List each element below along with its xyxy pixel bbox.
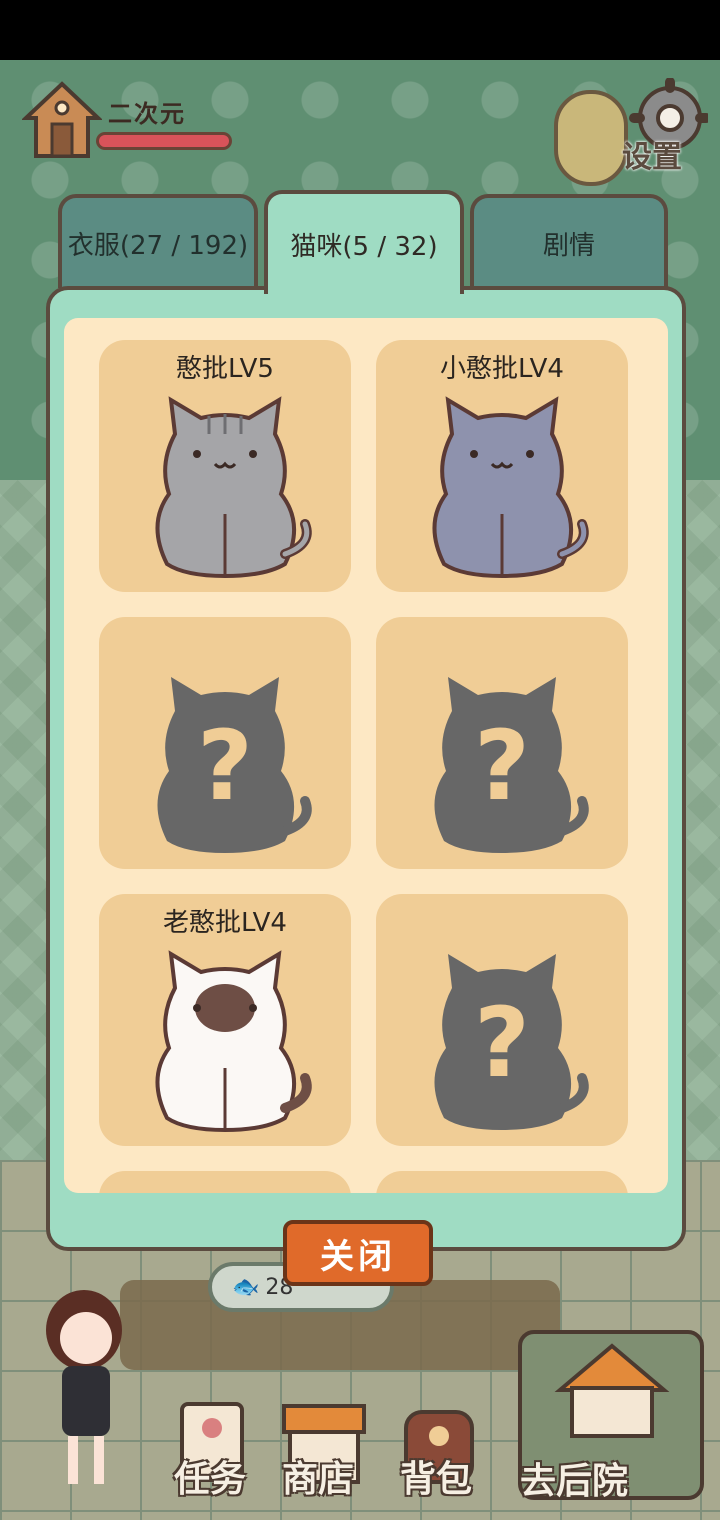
cat-card-partial[interactable] xyxy=(376,1171,628,1193)
player-name: 二次元 xyxy=(108,100,186,128)
svg-text:?: ? xyxy=(474,987,530,1099)
locked-cat-card[interactable]: ? xyxy=(99,617,351,869)
cat-name: 憨批LV5 xyxy=(176,354,274,384)
tab-cats[interactable]: 猫咪(5 / 32) xyxy=(264,190,464,294)
close-button[interactable]: 关闭 xyxy=(283,1220,433,1286)
cat-card[interactable]: 小憨批LV4 xyxy=(376,340,628,592)
cat-card-partial[interactable] xyxy=(99,1171,351,1193)
cat-grid: 憨批LV5 小憨批LV4 ? ? 老憨批LV4 ? xyxy=(64,318,668,1193)
siamese-cat-icon xyxy=(155,950,312,1133)
blue-gray-cat-icon xyxy=(432,396,589,579)
tab-clothes[interactable]: 衣服(27 / 192) xyxy=(58,194,258,288)
cat-card[interactable]: 憨批LV5 xyxy=(99,340,351,592)
cat-name: 小憨批LV4 xyxy=(440,354,564,384)
settings-label[interactable]: 设置 xyxy=(622,132,682,176)
unknown-cat-silhouette-icon: ? xyxy=(157,677,312,853)
home-icon[interactable] xyxy=(22,80,102,162)
fish-icon: 🐟 xyxy=(232,1274,260,1300)
svg-text:?: ? xyxy=(197,710,253,822)
locked-cat-card[interactable]: ? xyxy=(376,894,628,1146)
shop-button[interactable]: 商店 xyxy=(282,1450,354,1502)
cat-card[interactable]: 老憨批LV4 xyxy=(99,894,351,1146)
gray-tabby-cat-icon xyxy=(155,396,312,579)
bag-button[interactable]: 背包 xyxy=(400,1450,472,1502)
status-bar xyxy=(0,0,720,60)
hp-bar xyxy=(96,132,232,150)
player-avatar[interactable] xyxy=(28,1280,148,1500)
tasks-button[interactable]: 任务 xyxy=(174,1450,246,1502)
hp-bar-fill xyxy=(99,135,229,147)
unknown-cat-silhouette-icon: ? xyxy=(434,954,589,1130)
locked-cat-card[interactable]: ? xyxy=(376,617,628,869)
svg-text:?: ? xyxy=(474,710,530,822)
house-icon xyxy=(554,1343,670,1438)
cat-photo-frame xyxy=(554,90,628,186)
tab-story[interactable]: 剧情 xyxy=(470,194,668,288)
unknown-cat-silhouette-icon: ? xyxy=(434,677,589,853)
backyard-button[interactable]: 去后院 xyxy=(520,1452,628,1504)
cat-name: 老憨批LV4 xyxy=(163,908,287,938)
